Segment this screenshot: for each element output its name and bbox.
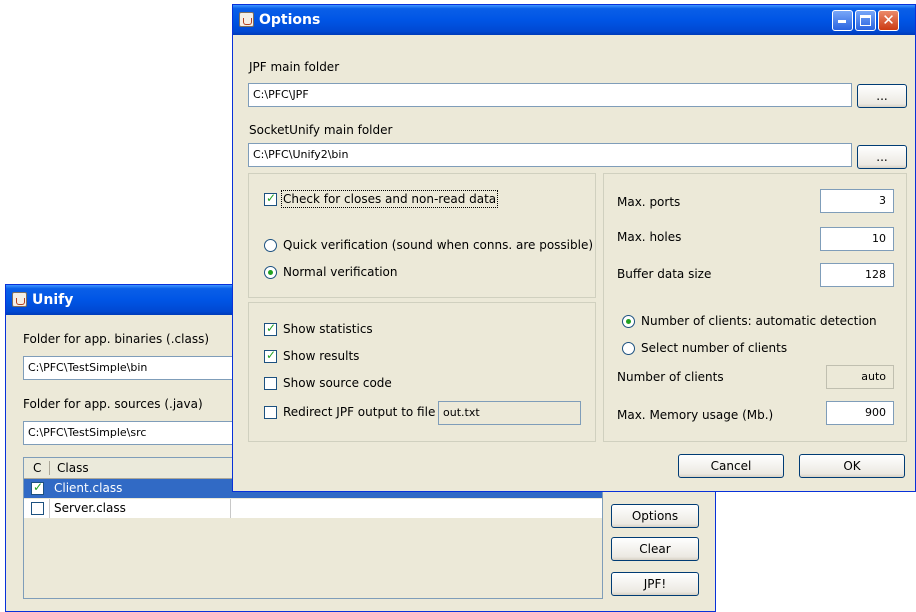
- options-title: Options: [259, 12, 321, 28]
- options-button[interactable]: Options: [611, 504, 699, 528]
- binaries-label: Folder for app. binaries (.class): [23, 332, 210, 346]
- buffer-size-field[interactable]: 128: [820, 263, 894, 287]
- table-row[interactable]: Server.class: [24, 499, 602, 518]
- clients-select-label[interactable]: Select number of clients: [641, 341, 787, 355]
- buffer-size-label: Buffer data size: [617, 267, 712, 281]
- checkmark-icon: ✓: [266, 348, 277, 362]
- minimize-button[interactable]: [832, 10, 853, 31]
- checkmark-icon: ✓: [266, 321, 277, 335]
- show-results-label[interactable]: Show results: [283, 349, 359, 363]
- jpf-folder-label: JPF main folder: [249, 60, 340, 74]
- maximize-button[interactable]: [855, 10, 876, 31]
- column-header-class[interactable]: Class: [57, 458, 89, 477]
- show-statistics-checkbox[interactable]: ✓: [264, 321, 277, 336]
- row-checkbox[interactable]: [31, 502, 44, 515]
- column-header-c[interactable]: C: [33, 458, 41, 477]
- socket-folder-browse-button[interactable]: ...: [857, 145, 907, 169]
- show-source-label[interactable]: Show source code: [283, 376, 392, 390]
- cancel-button[interactable]: Cancel: [678, 454, 784, 478]
- jpf-folder-field[interactable]: C:\PFC\JPF: [248, 83, 852, 107]
- max-ports-field[interactable]: 3: [820, 189, 894, 213]
- num-clients-field: auto: [826, 365, 894, 389]
- clear-button[interactable]: Clear: [611, 537, 699, 561]
- show-results-checkbox[interactable]: ✓: [264, 348, 277, 363]
- check-closes-checkbox[interactable]: ✓: [264, 191, 277, 206]
- ok-button[interactable]: OK: [799, 454, 905, 478]
- max-holes-label: Max. holes: [617, 230, 682, 244]
- clients-auto-label[interactable]: Number of clients: automatic detection: [641, 314, 877, 328]
- row-class-name: Client.class: [54, 481, 123, 495]
- row-class-name: Server.class: [54, 501, 126, 515]
- java-cup-icon: [12, 292, 27, 307]
- minimize-icon: [838, 20, 846, 23]
- clients-auto-radio[interactable]: [622, 315, 635, 328]
- num-clients-label: Number of clients: [617, 370, 724, 384]
- row-divider: [230, 499, 231, 518]
- redirect-output-checkbox[interactable]: [264, 406, 277, 419]
- redirect-file-field[interactable]: out.txt: [438, 401, 581, 425]
- close-button[interactable]: ✕: [878, 10, 899, 31]
- header-divider: [49, 461, 50, 475]
- close-icon: ✕: [882, 11, 895, 29]
- jpf-folder-browse-button[interactable]: ...: [857, 84, 907, 108]
- quick-verification-label[interactable]: Quick verification (sound when conns. ar…: [283, 238, 593, 252]
- normal-verification-label[interactable]: Normal verification: [283, 265, 397, 279]
- row-checkbox[interactable]: ✓: [31, 480, 44, 495]
- redirect-output-label[interactable]: Redirect JPF output to file: [283, 405, 435, 419]
- options-titlebar[interactable]: Options ✕: [233, 5, 915, 35]
- row-divider: [49, 499, 50, 518]
- maximize-icon: [860, 15, 871, 26]
- socket-folder-field[interactable]: C:\PFC\Unify2\bin: [248, 143, 852, 167]
- options-window: Options ✕ JPF main folder C:\PFC\JPF ...…: [232, 4, 916, 492]
- checkmark-icon: ✓: [33, 480, 44, 494]
- socket-folder-label: SocketUnify main folder: [249, 123, 393, 137]
- show-source-checkbox[interactable]: [264, 377, 277, 390]
- sources-label: Folder for app. sources (.java): [23, 397, 203, 411]
- max-ports-label: Max. ports: [617, 195, 681, 209]
- show-statistics-label[interactable]: Show statistics: [283, 322, 373, 336]
- jpf-button[interactable]: JPF!: [611, 572, 699, 596]
- clients-select-radio[interactable]: [622, 342, 635, 355]
- binaries-field[interactable]: C:\PFC\TestSimple\bin: [23, 356, 243, 380]
- check-closes-label[interactable]: Check for closes and non-read data: [280, 190, 499, 208]
- max-memory-label: Max. Memory usage (Mb.): [617, 408, 774, 422]
- checkmark-icon: ✓: [266, 191, 277, 205]
- sources-field[interactable]: C:\PFC\TestSimple\src: [23, 421, 243, 445]
- max-memory-field[interactable]: 900: [826, 401, 894, 425]
- unify-title: Unify: [32, 292, 74, 308]
- normal-verification-radio[interactable]: [264, 266, 277, 279]
- java-cup-icon: [239, 12, 254, 27]
- max-holes-field[interactable]: 10: [820, 227, 894, 251]
- quick-verification-radio[interactable]: [264, 239, 277, 252]
